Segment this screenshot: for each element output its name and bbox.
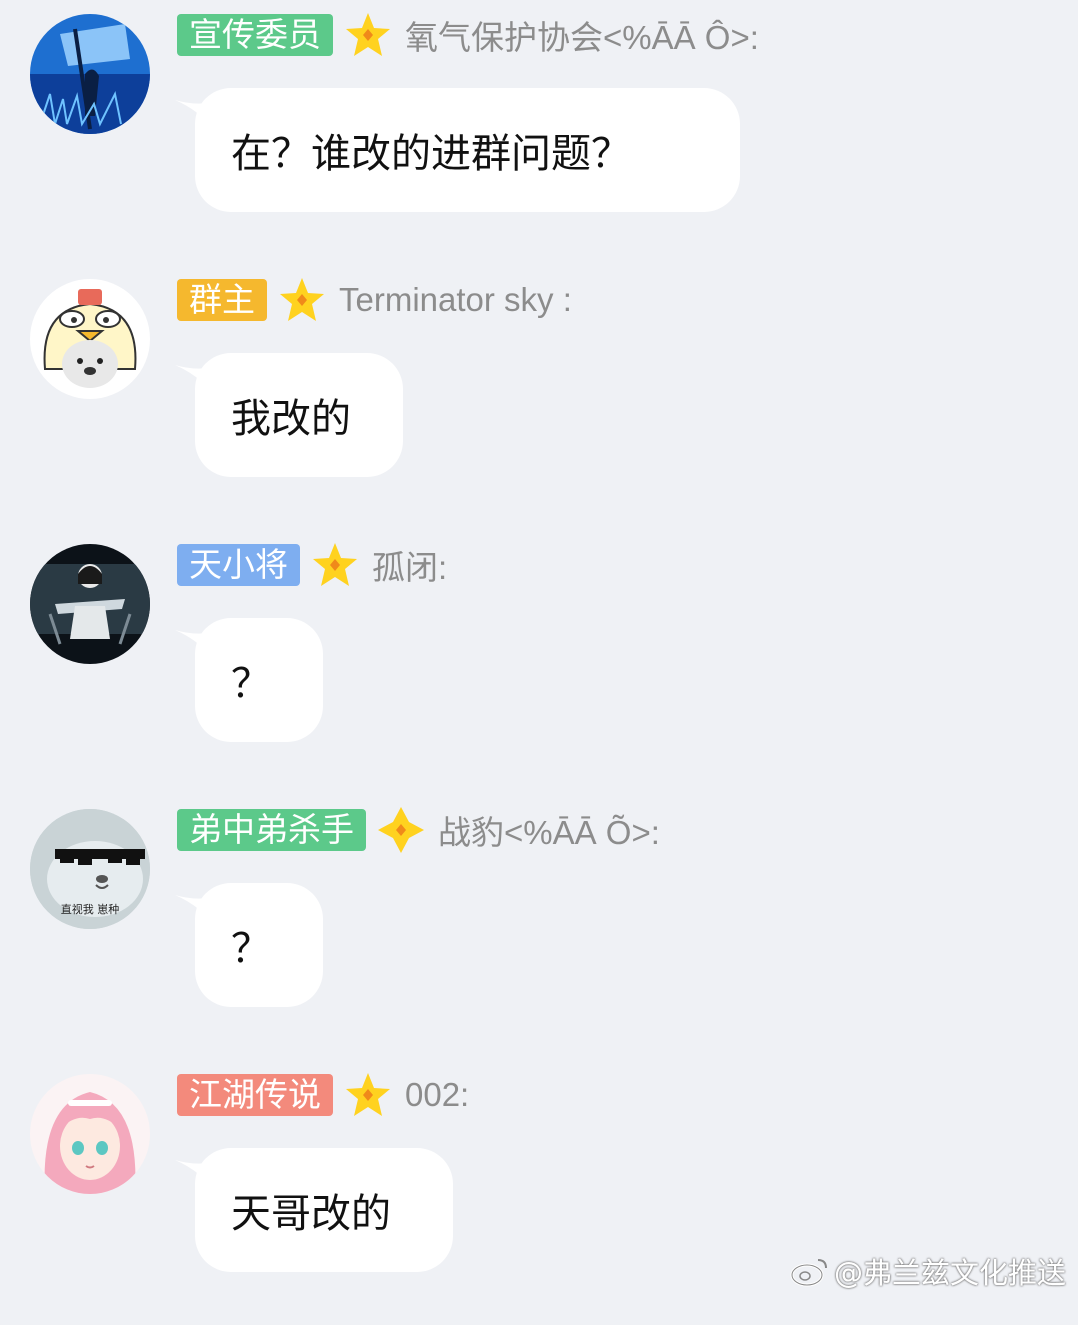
seal-sunglasses-avatar[interactable]: 直视我 崽种: [30, 809, 150, 929]
watermark-text: @弗兰兹文化推送: [833, 1256, 1066, 1290]
message-bubble[interactable]: ？: [195, 883, 323, 1007]
blue-flag-avatar[interactable]: [30, 14, 150, 134]
message-bubble[interactable]: 在？谁改的进群问题？: [195, 88, 740, 212]
avatar-caption: 直视我 崽种: [60, 903, 120, 916]
sender-name[interactable]: 孤闭:: [372, 541, 447, 589]
sender-name[interactable]: 战豹<%ĀĀ Õ>:: [438, 806, 660, 854]
sender-name[interactable]: 002:: [405, 1076, 469, 1114]
star-icon: [280, 278, 324, 321]
diamond-star-icon: [378, 807, 424, 853]
pink-hair-girl-avatar[interactable]: [30, 1074, 150, 1194]
message-bubble[interactable]: ？: [195, 618, 323, 742]
dark-girl-avatar[interactable]: [30, 544, 150, 664]
member-title-badge[interactable]: 宣传委员: [177, 14, 333, 56]
seal-chicken-hat-avatar[interactable]: [30, 279, 150, 399]
message-bubble[interactable]: 天哥改的: [195, 1148, 453, 1272]
star-icon: [346, 13, 390, 56]
weibo-watermark: @弗兰兹文化推送: [790, 1250, 1066, 1292]
member-title-badge[interactable]: 江湖传说: [177, 1074, 333, 1116]
chat-message: 直视我 崽种 弟中弟杀手 战豹<%ĀĀ Õ>: ？: [0, 795, 1078, 1060]
message-header: 弟中弟杀手 战豹<%ĀĀ Õ>:: [177, 807, 660, 853]
member-title-badge[interactable]: 弟中弟杀手: [177, 809, 366, 851]
sender-name[interactable]: 氧气保护协会<%ĀĀ Ô>:: [405, 11, 759, 59]
sender-name[interactable]: Terminator sky :: [339, 281, 572, 319]
message-header: 宣传委员 氧气保护协会<%ĀĀ Ô>:: [177, 12, 759, 58]
message-bubble[interactable]: 我改的: [195, 353, 403, 477]
chat-message: 宣传委员 氧气保护协会<%ĀĀ Ô>: 在？谁改的进群问题？: [0, 0, 1078, 265]
message-header: 群主 Terminator sky :: [177, 277, 572, 323]
message-header: 江湖传说 002:: [177, 1072, 469, 1118]
star-icon: [346, 1073, 390, 1116]
chat-message: 天小将 孤闭: ？: [0, 530, 1078, 795]
star-icon: [313, 543, 357, 586]
chat-message: 群主 Terminator sky : 我改的: [0, 265, 1078, 530]
member-title-badge[interactable]: 群主: [177, 279, 267, 321]
message-header: 天小将 孤闭:: [177, 542, 447, 588]
weibo-icon: [790, 1259, 827, 1287]
member-title-badge[interactable]: 天小将: [177, 544, 300, 586]
